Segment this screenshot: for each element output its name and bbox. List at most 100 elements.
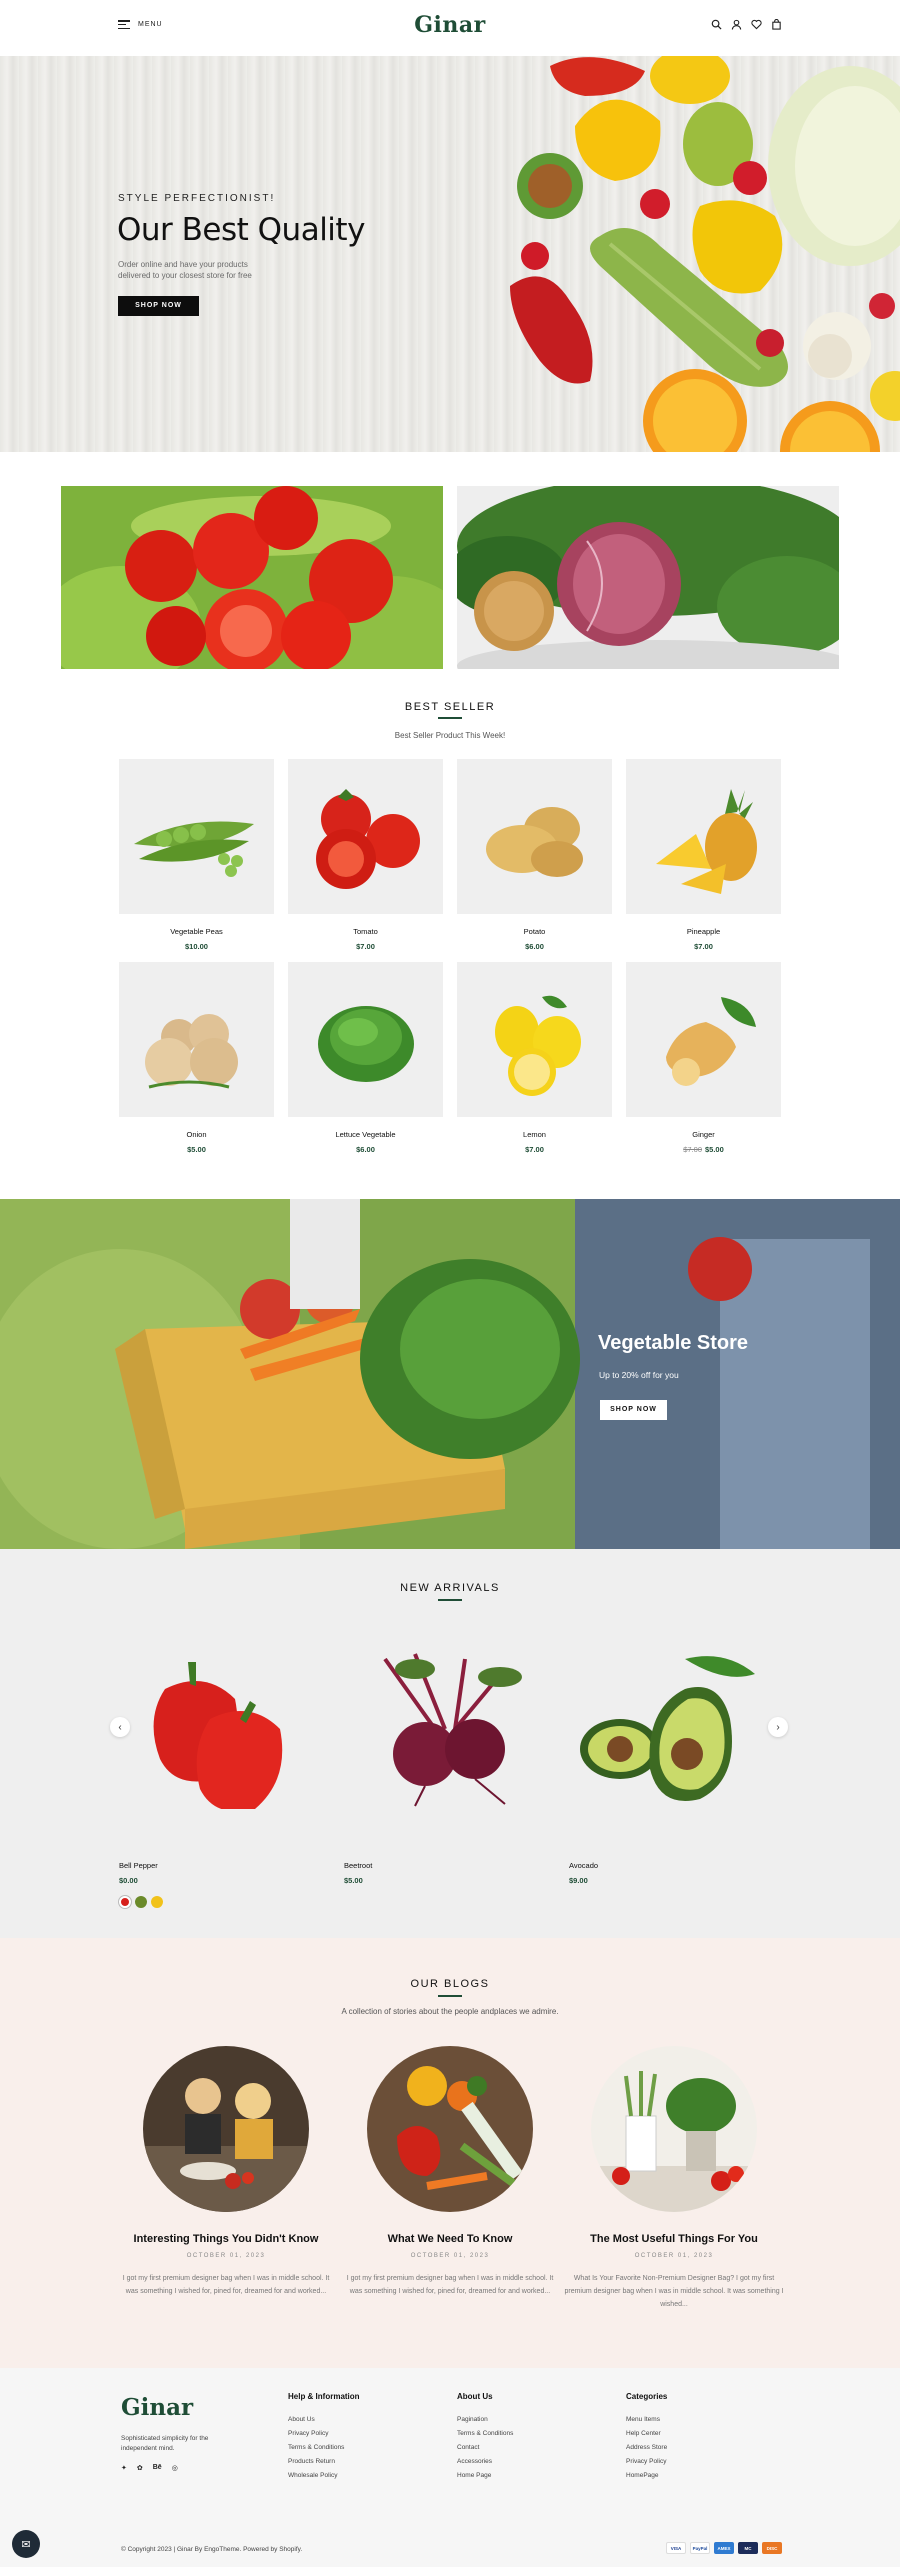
hero-eyebrow: STYLE PERFECTIONIST! [118,193,276,204]
product-card[interactable]: Potato $6.00 [457,759,612,951]
footer-link[interactable]: Address Store [626,2444,667,2451]
arrival-name[interactable]: Beetroot [344,1861,372,1870]
footer-link[interactable]: Help Center [626,2430,667,2437]
footer-link[interactable]: Menu Items [626,2416,667,2423]
pinterest-icon[interactable]: ✿ [137,2464,143,2472]
product-name[interactable]: Pineapple [626,927,781,936]
avocado-image[interactable] [575,1649,775,1809]
blogs-subtitle: A collection of stories about the people… [341,2007,559,2016]
product-name[interactable]: Lemon [457,1130,612,1139]
product-name[interactable]: Onion [119,1130,274,1139]
blog-title[interactable]: Interesting Things You Didn't Know [111,2233,341,2245]
blog-post[interactable]: The Most Useful Things For You OCTOBER 0… [559,2046,789,2311]
footer-column-title: Help & Information [288,2392,360,2401]
onions-image [457,486,839,669]
chat-icon: ✉ [21,2538,31,2551]
bag-icon[interactable] [771,19,782,30]
product-image[interactable] [119,759,274,914]
chevron-right-icon: › [776,1721,780,1733]
heart-icon[interactable] [751,19,762,30]
product-card[interactable]: Vegetable Peas $10.00 [119,759,274,951]
blog-title[interactable]: What We Need To Know [335,2233,565,2245]
arrival-name[interactable]: Bell Pepper [119,1861,158,1870]
blogs-title: OUR BLOGS [410,1978,490,1990]
footer-link[interactable]: Wholesale Policy [288,2472,360,2479]
product-card[interactable]: Ginger $7.00 $5.00 [626,962,781,1154]
blog-date: OCTOBER 01, 2023 [634,2253,714,2259]
footer-link[interactable]: Accessories [457,2458,513,2465]
best-seller-subtitle: Best Seller Product This Week! [394,731,506,740]
mastercard-icon: MC [738,2542,758,2554]
chat-widget-button[interactable]: ✉ [12,2530,40,2558]
bell-pepper-image[interactable] [135,1649,315,1809]
product-card[interactable]: Pineapple $7.00 [626,759,781,951]
product-image[interactable] [288,759,443,914]
blog-image[interactable] [591,2046,757,2212]
discover-icon: DISC [762,2542,782,2554]
footer-link[interactable]: Privacy Policy [288,2430,360,2437]
footer-column-title: About Us [457,2392,493,2401]
swatch-yellow[interactable] [151,1896,163,1908]
blog-image[interactable] [143,2046,309,2212]
product-image[interactable] [457,962,612,1117]
carousel-prev-button[interactable]: ‹ [110,1717,130,1737]
blog-post[interactable]: What We Need To Know OCTOBER 01, 2023 I … [335,2046,565,2298]
site-header: MENU Ginar [0,0,900,56]
tomatoes-image [61,486,443,669]
product-card[interactable]: Lemon $7.00 [457,962,612,1154]
best-seller-underline [438,717,462,719]
vegetable-crate-image [0,1199,900,1549]
blog-post[interactable]: Interesting Things You Didn't Know OCTOB… [111,2046,341,2298]
footer-link[interactable]: Terms & Conditions [457,2430,513,2437]
blog-excerpt: What Is Your Favorite Non-Premium Design… [564,2275,784,2308]
twitter-icon[interactable]: ✦ [121,2464,127,2472]
blog-excerpt: I got my first premium designer bag when… [346,2275,554,2295]
product-card[interactable]: Tomato $7.00 [288,759,443,951]
product-card[interactable]: Onion $5.00 [119,962,274,1154]
best-seller-title: BEST SELLER [404,701,496,713]
arrival-name[interactable]: Avocado [569,1861,598,1870]
footer-link[interactable]: Products Return [288,2458,360,2465]
banner-shop-now-button[interactable]: SHOP NOW [600,1400,667,1420]
instagram-icon[interactable]: ◎ [172,2464,178,2472]
footer-link[interactable]: Terms & Conditions [288,2444,360,2451]
product-name[interactable]: Tomato [288,927,443,936]
product-name[interactable]: Lettuce Vegetable [288,1130,443,1139]
promo-banner-onions[interactable] [457,486,839,669]
footer-column-categories: Categories Menu Items Help Center Addres… [626,2392,667,2486]
product-image[interactable] [457,759,612,914]
promo-banner-tomatoes[interactable] [61,486,443,669]
new-arrivals-section: NEW ARRIVALS ‹ › Bell Pepper $0.00 Beetr… [0,1549,900,1938]
product-price: $7.00 $5.00 [626,1145,781,1154]
blog-image[interactable] [367,2046,533,2212]
footer-column-about: About Us Pagination Terms & Conditions C… [457,2392,513,2486]
footer-link[interactable]: Contact [457,2444,513,2451]
product-image[interactable] [119,962,274,1117]
product-image[interactable] [626,962,781,1117]
product-name[interactable]: Ginger [626,1130,781,1139]
amex-icon: AMEX [714,2542,734,2554]
product-price: $6.00 [525,942,544,951]
search-icon[interactable] [711,19,722,30]
footer-column-title: Categories [626,2392,668,2401]
product-name[interactable]: Vegetable Peas [119,927,274,936]
footer-link[interactable]: Home Page [457,2472,513,2479]
product-image[interactable] [288,962,443,1117]
user-icon[interactable] [731,19,742,30]
hero-shop-now-button[interactable]: SHOP NOW [118,296,199,316]
product-card[interactable]: Lettuce Vegetable $6.00 [288,962,443,1154]
blog-title[interactable]: The Most Useful Things For You [559,2233,789,2245]
swatch-green[interactable] [135,1896,147,1908]
product-name[interactable]: Potato [457,927,612,936]
footer-logo[interactable]: Ginar [121,2394,193,2421]
footer-link[interactable]: Pagination [457,2416,513,2423]
chevron-left-icon: ‹ [118,1721,122,1733]
hero-vegetables-image [510,56,900,452]
product-image[interactable] [626,759,781,914]
footer-link[interactable]: Privacy Policy [626,2458,667,2465]
beetroot-image[interactable] [345,1649,555,1809]
behance-icon[interactable]: Bē [153,2464,162,2472]
swatch-red[interactable] [119,1896,131,1908]
footer-link[interactable]: HomePage [626,2472,667,2479]
footer-link[interactable]: About Us [288,2416,360,2423]
